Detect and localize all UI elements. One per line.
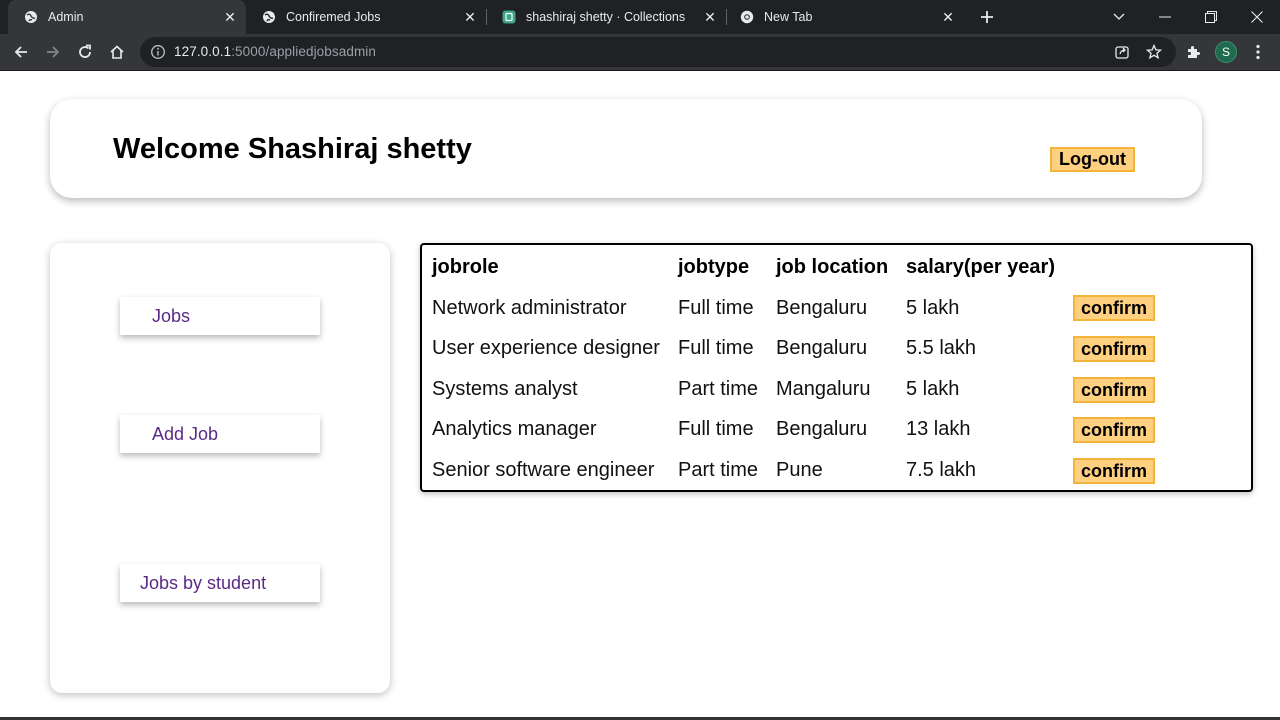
- cell-jobrole: Systems analyst: [432, 378, 578, 400]
- reload-icon[interactable]: [73, 40, 97, 64]
- more-icon[interactable]: [1246, 40, 1270, 64]
- address-bar[interactable]: 127.0.0.1:5000/appliedjobsadmin: [140, 37, 1176, 67]
- sidebar-item-label: Add Job: [152, 423, 219, 444]
- confirm-button[interactable]: confirm: [1073, 336, 1155, 362]
- home-icon[interactable]: [105, 40, 129, 64]
- close-icon[interactable]: ✕: [462, 9, 478, 25]
- confirm-button[interactable]: confirm: [1073, 458, 1155, 484]
- cell-location: Mangaluru: [776, 378, 871, 400]
- tab-title: New Tab: [764, 10, 813, 24]
- column-header-jobtype: jobtype: [678, 256, 750, 278]
- info-icon[interactable]: [150, 44, 166, 60]
- cell-jobtype: Part time: [678, 459, 759, 481]
- globe-icon: [24, 10, 38, 24]
- globe-icon: [262, 10, 276, 24]
- cell-location: Pune: [776, 459, 823, 481]
- cell-location: Bengaluru: [776, 337, 868, 359]
- column-header-location: job location: [776, 256, 889, 278]
- cell-jobrole: Senior software engineer: [432, 459, 655, 481]
- back-icon[interactable]: [9, 40, 33, 64]
- sidebar-item-label: Jobs by student: [140, 572, 267, 593]
- tab-title: Admin: [48, 10, 84, 24]
- tab-confirmed-jobs[interactable]: Confiremed Jobs ✕: [246, 0, 486, 34]
- close-icon[interactable]: ✕: [940, 9, 956, 25]
- applied-jobs-table: jobrole jobtype job location salary(per …: [420, 243, 1253, 492]
- cell-jobtype: Full time: [678, 297, 754, 319]
- logout-button[interactable]: Log-out: [1050, 147, 1135, 172]
- confirm-button[interactable]: confirm: [1073, 417, 1155, 443]
- url-host: 127.0.0.1: [174, 44, 232, 59]
- confirm-button[interactable]: confirm: [1073, 295, 1155, 321]
- sidebar-item-jobs-by-student[interactable]: Jobs by student: [120, 564, 320, 602]
- url-text: 127.0.0.1:5000/appliedjobsadmin: [174, 44, 376, 59]
- plus-icon[interactable]: [975, 5, 999, 29]
- cell-salary: 5.5 lakh: [906, 337, 977, 359]
- welcome-header: Welcome Shashiraj shetty Log-out: [50, 99, 1202, 198]
- cell-jobtype: Part time: [678, 378, 759, 400]
- share-icon[interactable]: [1110, 40, 1134, 64]
- forward-icon[interactable]: [41, 40, 65, 64]
- cell-jobtype: Full time: [678, 418, 754, 440]
- confirm-button[interactable]: confirm: [1073, 377, 1155, 403]
- column-header-jobrole: jobrole: [432, 256, 499, 278]
- cell-salary: 7.5 lakh: [906, 459, 977, 481]
- cell-jobrole: User experience designer: [432, 337, 660, 359]
- close-icon[interactable]: ✕: [702, 9, 718, 25]
- sidebar-item-add-job[interactable]: Add Job: [120, 415, 320, 453]
- extensions-icon[interactable]: [1181, 40, 1205, 64]
- sidebar: Jobs Add Job Jobs by student: [50, 243, 390, 693]
- close-icon[interactable]: [1234, 0, 1280, 34]
- cell-salary: 13 lakh: [906, 418, 971, 440]
- tab-title: Confiremed Jobs: [286, 10, 381, 24]
- toolbar-divider: [0, 70, 1280, 71]
- cell-location: Bengaluru: [776, 418, 868, 440]
- page-title: Welcome Shashiraj shetty: [113, 133, 472, 165]
- tab-strip: Admin ✕ Confiremed Jobs ✕ shashiraj shet…: [0, 0, 1280, 34]
- avatar[interactable]: S: [1215, 41, 1237, 63]
- tab-new-tab[interactable]: New Tab ✕: [724, 0, 964, 34]
- tab-admin[interactable]: Admin ✕: [8, 0, 246, 34]
- cell-salary: 5 lakh: [906, 378, 960, 400]
- sidebar-item-jobs[interactable]: Jobs: [120, 297, 320, 335]
- collections-icon: [502, 10, 516, 24]
- url-path: :5000/appliedjobsadmin: [231, 44, 377, 59]
- cell-jobrole: Analytics manager: [432, 418, 597, 440]
- restore-icon[interactable]: [1188, 0, 1234, 34]
- star-icon[interactable]: [1142, 40, 1166, 64]
- cell-location: Bengaluru: [776, 297, 868, 319]
- chevron-down-icon[interactable]: [1096, 0, 1142, 34]
- chrome-icon: [740, 10, 754, 24]
- browser-toolbar: 127.0.0.1:5000/appliedjobsadmin S: [0, 34, 1280, 70]
- cell-jobrole: Network administrator: [432, 297, 627, 319]
- tab-title: shashiraj shetty · Collections: [526, 10, 686, 24]
- tab-collections[interactable]: shashiraj shetty · Collections ✕: [486, 0, 726, 34]
- minimize-icon[interactable]: [1142, 0, 1188, 34]
- cell-jobtype: Full time: [678, 337, 754, 359]
- close-icon[interactable]: ✕: [222, 9, 238, 25]
- cell-salary: 5 lakh: [906, 297, 960, 319]
- sidebar-item-label: Jobs: [152, 305, 191, 326]
- column-header-salary: salary(per year): [906, 256, 1055, 278]
